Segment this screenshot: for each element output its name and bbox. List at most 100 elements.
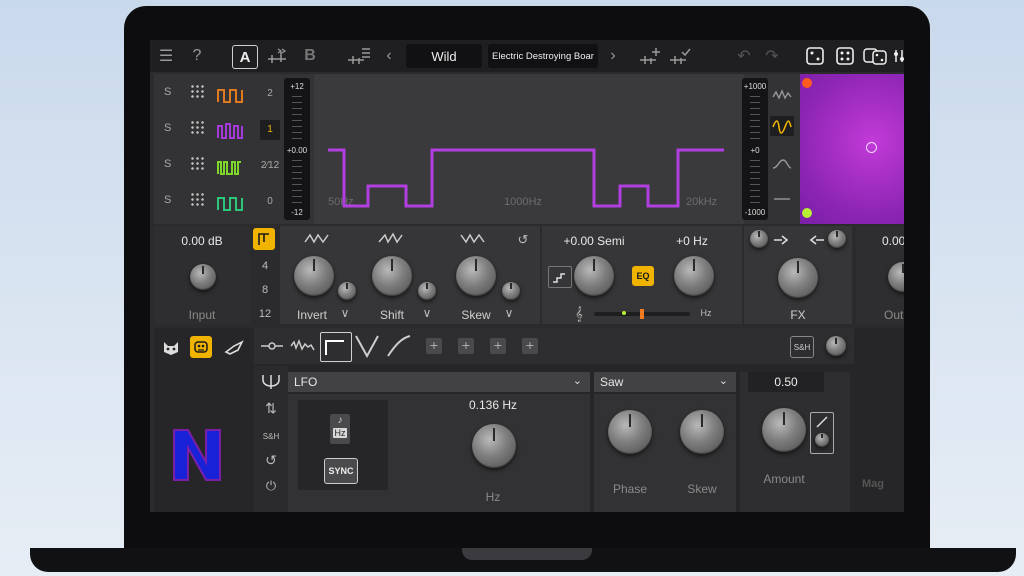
invert-knob[interactable] [294, 256, 334, 296]
grid-icon[interactable] [190, 84, 204, 98]
dice-one-icon[interactable] [804, 45, 826, 67]
soft-wave-icon[interactable] [772, 158, 792, 172]
redo-icon[interactable]: ↷ [762, 45, 782, 67]
semi-value[interactable]: +0.00 Semi [546, 234, 642, 248]
solo-button[interactable]: S [164, 158, 171, 170]
pitch-slider[interactable]: +12 +0.00 -12 [284, 78, 310, 220]
rate-value[interactable]: 0.136 Hz [438, 398, 548, 412]
octave-label[interactable]: 2 [260, 88, 280, 99]
amount-value[interactable]: 0.50 [748, 372, 824, 392]
fx-knob[interactable] [778, 258, 818, 298]
add-preset-icon[interactable] [638, 45, 662, 67]
eq-button[interactable]: EQ [632, 266, 654, 286]
source-dropdown[interactable]: LFO ⌄ [288, 372, 590, 392]
grid-icon[interactable] [190, 192, 204, 206]
amount-polarity-box[interactable] [810, 412, 834, 454]
noise-wave-icon[interactable] [772, 88, 792, 102]
grid-icon[interactable] [190, 120, 204, 134]
chevron-down-icon[interactable]: ∨ [502, 306, 516, 320]
monster-face-button[interactable] [190, 336, 212, 358]
sync-button[interactable]: SYNC [324, 458, 358, 484]
skew-mod-knob[interactable] [502, 282, 520, 300]
dice-pair-icon[interactable] [862, 45, 888, 67]
output-knob[interactable] [888, 262, 904, 292]
quantize-icon[interactable] [548, 266, 572, 288]
shape-dropdown[interactable]: Saw ⌄ [594, 372, 736, 392]
pitch-track-handle[interactable] [640, 309, 644, 319]
prev-preset-button[interactable]: ‹ [382, 45, 396, 67]
xy-pad[interactable] [800, 74, 904, 224]
v-shape-icon[interactable] [354, 334, 380, 358]
count-12-button[interactable]: 12 [254, 308, 276, 320]
preset-list-icon[interactable] [346, 45, 372, 67]
solo-button[interactable]: S [164, 194, 171, 206]
shaper-mode-button[interactable] [253, 228, 275, 250]
mod-depth-knob[interactable] [826, 336, 846, 356]
power-icon[interactable]: ⏻ [260, 478, 282, 494]
reset-icon[interactable]: ↺ [516, 232, 530, 248]
chevron-down-icon[interactable]: ∨ [338, 306, 352, 320]
amount-small-knob[interactable] [815, 433, 829, 447]
copy-ab-icon[interactable] [266, 45, 288, 67]
fx-send-knob[interactable] [750, 230, 768, 248]
square-wave-icon[interactable] [216, 86, 246, 104]
shape-skew-knob[interactable] [680, 410, 724, 454]
settings-icon[interactable] [892, 45, 904, 67]
square-wave-icon[interactable] [216, 194, 246, 212]
add-mod-button[interactable]: + [522, 338, 538, 354]
invert-mod-knob[interactable] [338, 282, 356, 300]
hz-value[interactable]: +0 Hz [652, 234, 732, 248]
help-button[interactable]: ? [188, 45, 206, 67]
rate-knob[interactable] [472, 424, 516, 468]
save-preset-icon[interactable] [668, 45, 692, 67]
amount-knob[interactable] [762, 408, 806, 452]
flat-line-icon[interactable] [772, 192, 792, 206]
grid-icon[interactable] [190, 156, 204, 170]
octave-label-selected[interactable]: 1 [260, 120, 280, 140]
route-left-icon[interactable] [806, 234, 826, 246]
add-mod-button[interactable]: + [490, 338, 506, 354]
semi-knob[interactable] [574, 256, 614, 296]
solo-button[interactable]: S [164, 86, 171, 98]
fx-return-knob[interactable] [828, 230, 846, 248]
sample-hold-side-button[interactable]: S&H [258, 432, 284, 441]
preset-name-field[interactable]: Electric Destroying Boar [488, 44, 598, 68]
cat-face-icon[interactable] [162, 340, 180, 356]
hz-knob[interactable] [674, 256, 714, 296]
menu-icon[interactable]: ☰ [156, 45, 176, 67]
input-knob[interactable] [190, 264, 216, 290]
add-mod-button[interactable]: + [458, 338, 474, 354]
pad-cursor[interactable] [866, 142, 877, 153]
route-right-icon[interactable] [772, 234, 792, 246]
undo-icon[interactable]: ↶ [734, 45, 754, 67]
octave-label[interactable]: 2⁄12 [260, 160, 280, 171]
chevron-down-icon[interactable]: ∨ [420, 306, 434, 320]
random-mod-icon[interactable] [290, 338, 318, 354]
solo-button[interactable]: S [164, 122, 171, 134]
trident-icon[interactable] [260, 372, 282, 390]
next-preset-button[interactable]: › [606, 45, 620, 67]
ab-a-button[interactable]: A [232, 45, 258, 69]
add-mod-button[interactable]: + [426, 338, 442, 354]
skew-knob[interactable] [456, 256, 496, 296]
ab-b-button[interactable]: B [300, 45, 320, 67]
shift-mod-knob[interactable] [418, 282, 436, 300]
horn-icon[interactable] [224, 340, 244, 356]
up-down-arrows-icon[interactable]: ⇅ [260, 400, 282, 417]
count-8-button[interactable]: 8 [254, 284, 276, 296]
preset-bank-field[interactable]: Wild [406, 44, 482, 68]
pitch-track[interactable] [594, 309, 690, 319]
envelope-mod-icon[interactable] [260, 340, 284, 352]
square-wave-icon[interactable] [216, 158, 246, 176]
output-value[interactable]: 0.00 [882, 234, 904, 248]
octave-label[interactable]: 0 [260, 196, 280, 207]
hz-mode-button[interactable]: ♪ Hz [330, 414, 350, 444]
sine-wave-selected[interactable] [770, 116, 794, 136]
dice-four-icon[interactable] [834, 45, 856, 67]
lfo-tab-selected[interactable] [320, 332, 352, 362]
waveform-display[interactable]: 50Hz 1000Hz 20kHz [314, 74, 744, 224]
curve-shape-icon[interactable] [386, 334, 412, 358]
filter-slider[interactable]: +1000 +0 -1000 [742, 78, 768, 220]
count-4-button[interactable]: 4 [254, 260, 276, 272]
sample-hold-button[interactable]: S&H [790, 336, 814, 358]
